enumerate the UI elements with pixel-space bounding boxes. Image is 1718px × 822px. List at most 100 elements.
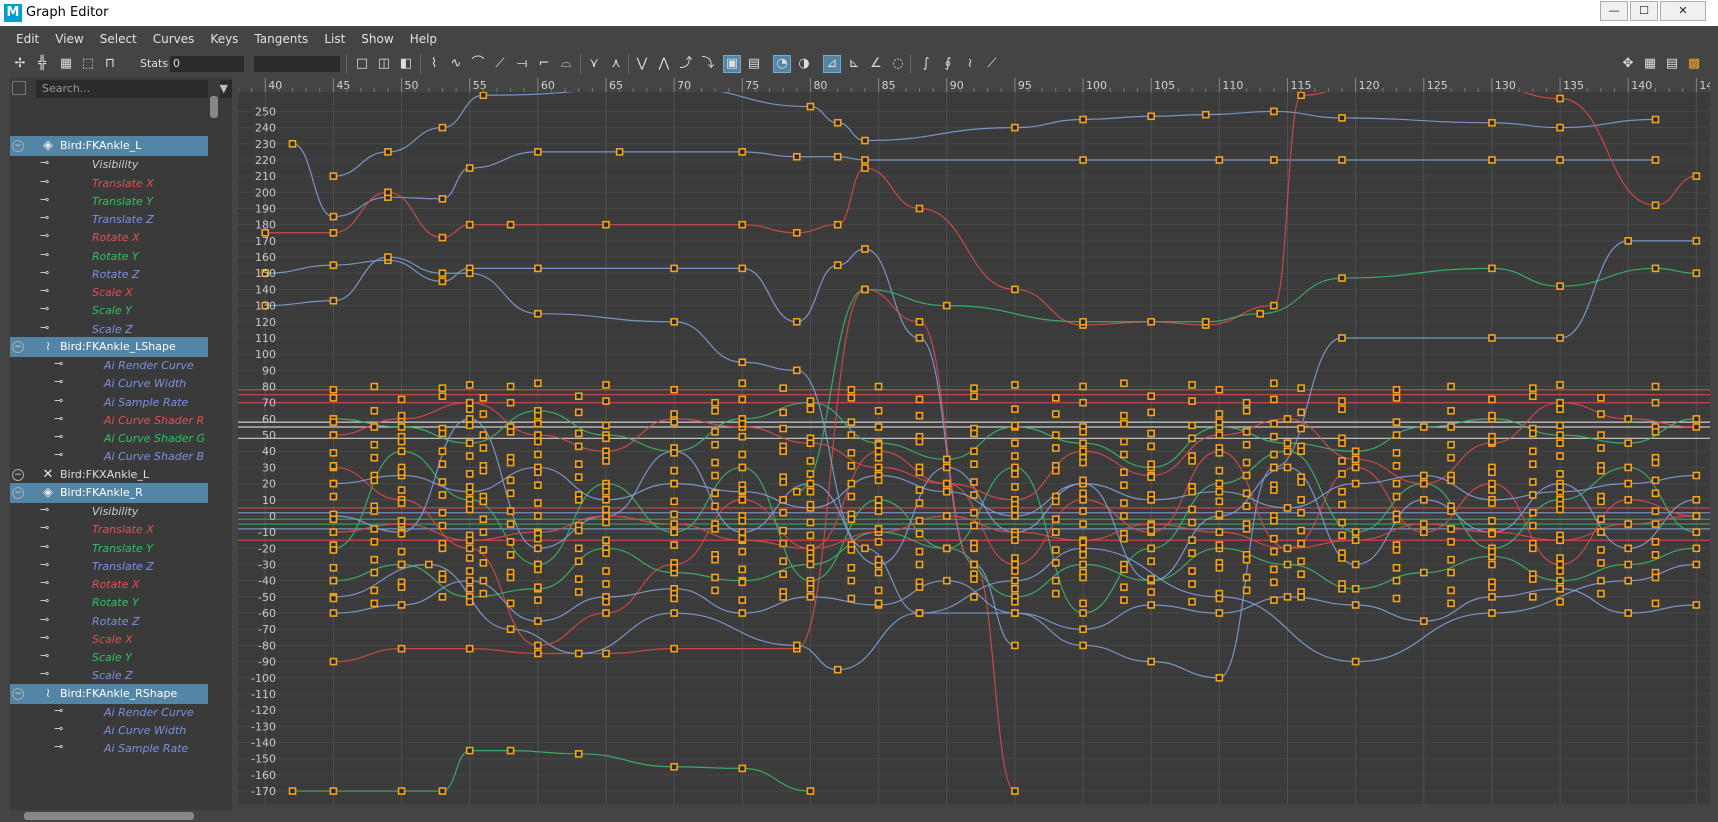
spline-tangent-icon[interactable]: ∿	[448, 56, 464, 72]
menu-tangents[interactable]: Tangents	[254, 32, 308, 46]
outliner-row-translate-x[interactable]: ⊸ Translate X	[10, 519, 218, 539]
outliner-row-translate-y[interactable]: ⊸ Translate Y	[10, 191, 218, 211]
menu-view[interactable]: View	[55, 32, 83, 46]
menu-help[interactable]: Help	[410, 32, 437, 46]
denormalize-icon[interactable]: ◑	[796, 56, 812, 72]
outliner-row-ai-curve-shader-g[interactable]: ⊸ Ai Curve Shader G	[10, 428, 218, 448]
outliner-row-scale-x[interactable]: ⊸ Scale X	[10, 282, 218, 302]
outliner-row-bird-fkankle-l[interactable]: − ◈ Bird:FKAnkle_L	[10, 136, 218, 156]
outliner-row-rotate-z[interactable]: ⊸ Rotate Z	[10, 611, 218, 631]
move-nearest-key-icon[interactable]: ✢	[12, 56, 28, 72]
oscillate-icon[interactable]: ≀	[962, 56, 978, 72]
outliner-row-rotate-x[interactable]: ⊸ Rotate X	[10, 574, 218, 594]
menu-curves[interactable]: Curves	[153, 32, 195, 46]
step-tangent-icon[interactable]: ⌐	[536, 56, 552, 72]
close-button[interactable]: ✕	[1660, 1, 1706, 21]
cycle-offset-icon[interactable]: ∮	[940, 56, 956, 72]
snap-icon[interactable]: ◌	[890, 56, 906, 72]
outliner-row-rotate-x[interactable]: ⊸ Rotate X	[10, 227, 218, 247]
frame-playback-icon[interactable]: ◫	[376, 56, 392, 72]
load-selection-icon[interactable]: ▤	[746, 56, 762, 72]
outliner-row-translate-y[interactable]: ⊸ Translate Y	[10, 538, 218, 558]
flat-tangent-icon[interactable]: ⟞	[514, 56, 530, 72]
free-tangent-weight-icon[interactable]: ⋁	[634, 56, 650, 72]
outliner-row-bird-fkxankle-l[interactable]: − ✕ Bird:FKXAnkle_L	[10, 465, 218, 485]
outliner-row-ai-curve-width[interactable]: ⊸ Ai Curve Width	[10, 373, 218, 393]
collapse-icon[interactable]: −	[12, 468, 24, 481]
infinity-post-icon[interactable]: ∠	[868, 56, 884, 72]
outliner-row-ai-sample-rate[interactable]: ⊸ Ai Sample Rate	[10, 392, 218, 412]
linear-tangent-icon[interactable]: ⟋	[492, 56, 508, 72]
outliner-row-translate-x[interactable]: ⊸ Translate X	[10, 173, 218, 193]
chevron-down-icon[interactable]: ▼	[220, 80, 228, 98]
dope-sheet-icon[interactable]: ▦	[1642, 56, 1658, 72]
infinity-pre-icon[interactable]: ⊾	[846, 56, 862, 72]
outliner-row-ai-curve-shader-r[interactable]: ⊸ Ai Curve Shader R	[10, 410, 218, 430]
graph-view[interactable]: 250 240 230 220 210 200 190 180 170 160 150 140 130 1…	[238, 78, 1710, 804]
curve-graph[interactable]: 2502402302202102001901801701601501401301…	[238, 78, 1710, 804]
unify-tangents-icon[interactable]: ⋏	[608, 56, 624, 72]
auto-load-selection-icon[interactable]: ▣	[723, 55, 741, 73]
center-current-time-icon[interactable]: ◧	[398, 56, 414, 72]
outliner-vertical-scrollbar[interactable]	[208, 78, 220, 808]
lattice-deform-icon[interactable]: ▦	[58, 56, 74, 72]
move-view-icon[interactable]: ✥	[1620, 56, 1636, 72]
outliner-row-bird-fkankle-lshape[interactable]: − ≀ Bird:FKAnkle_LShape	[10, 336, 218, 357]
collapse-icon[interactable]: −	[12, 486, 24, 499]
break-tangents-icon[interactable]: ⋎	[586, 56, 602, 72]
outliner-horizontal-scrollbar[interactable]	[10, 810, 210, 822]
outliner-row-ai-curve-width[interactable]: ⊸ Ai Curve Width	[10, 720, 218, 740]
maximize-button[interactable]: ☐	[1630, 1, 1658, 21]
menu-show[interactable]: Show	[361, 32, 393, 46]
insert-key-icon[interactable]: ╬	[34, 56, 50, 72]
outliner-row-translate-z[interactable]: ⊸ Translate Z	[10, 209, 218, 229]
lock-tangent-weight-icon[interactable]: ⋀	[656, 56, 672, 72]
outliner-row-bird-fkankle-rshape[interactable]: − ≀ Bird:FKAnkle_RShape	[10, 683, 218, 704]
menu-keys[interactable]: Keys	[210, 32, 238, 46]
outliner-row-scale-y[interactable]: ⊸ Scale Y	[10, 300, 218, 320]
outliner-row-translate-z[interactable]: ⊸ Translate Z	[10, 556, 218, 576]
outliner-row-scale-z[interactable]: ⊸ Scale Z	[10, 319, 218, 339]
outliner-row-scale-x[interactable]: ⊸ Scale X	[10, 629, 218, 649]
filter-icon[interactable]	[12, 81, 26, 95]
clamped-tangent-icon[interactable]: ⌒	[470, 56, 486, 72]
buffer-curve-icon[interactable]: ⤵	[700, 56, 716, 72]
stacked-curves-icon[interactable]: ⊿	[823, 55, 841, 73]
collapse-icon[interactable]: −	[12, 687, 24, 700]
tangent-weight-icon[interactable]: ⤴	[678, 56, 694, 72]
cycle-icon[interactable]: ∫	[918, 56, 934, 72]
stats-field-value[interactable]	[254, 56, 340, 72]
scroll-thumb-horizontal[interactable]	[24, 812, 194, 820]
frame-all-icon[interactable]: □	[354, 56, 370, 72]
outliner-row-rotate-y[interactable]: ⊸ Rotate Y	[10, 246, 218, 266]
menu-select[interactable]: Select	[100, 32, 137, 46]
normalize-curves-icon[interactable]: ◔	[773, 55, 791, 73]
outliner-row-visibility[interactable]: ⊸ Visibility	[10, 154, 218, 174]
outliner-row-ai-render-curve[interactable]: ⊸ Ai Render Curve	[10, 355, 218, 375]
collapse-icon[interactable]: −	[12, 140, 24, 152]
outliner-row-ai-curve-shader-b[interactable]: ⊸ Ai Curve Shader B	[10, 446, 218, 466]
outliner-row-visibility[interactable]: ⊸ Visibility	[10, 501, 218, 521]
menu-edit[interactable]: Edit	[16, 32, 39, 46]
outliner-row-ai-sample-rate[interactable]: ⊸ Ai Sample Rate	[10, 738, 218, 758]
time-editor-icon[interactable]: ▩	[1686, 56, 1702, 72]
retime-tool-icon[interactable]: ⊓	[102, 56, 118, 72]
keyframe	[806, 518, 815, 527]
outliner-row-scale-y[interactable]: ⊸ Scale Y	[10, 647, 218, 667]
outliner-row-rotate-y[interactable]: ⊸ Rotate Y	[10, 592, 218, 612]
search-input[interactable]: Search... ▼	[36, 80, 232, 98]
outliner-row-bird-fkankle-r[interactable]: − ◈ Bird:FKAnkle_R	[10, 482, 218, 503]
region-tool-icon[interactable]: ⬚	[80, 56, 96, 72]
outliner-row-rotate-z[interactable]: ⊸ Rotate Z	[10, 264, 218, 284]
minimize-button[interactable]: —	[1600, 1, 1628, 21]
outliner-row-scale-z[interactable]: ⊸ Scale Z	[10, 665, 218, 685]
trax-editor-icon[interactable]: ▤	[1664, 56, 1680, 72]
outliner-row-ai-render-curve[interactable]: ⊸ Ai Render Curve	[10, 702, 218, 722]
plateau-tangent-icon[interactable]: ⌓	[558, 56, 574, 72]
auto-tangent-icon[interactable]: ⌇	[426, 56, 442, 72]
scroll-thumb[interactable]	[210, 96, 218, 118]
collapse-icon[interactable]: −	[12, 340, 24, 353]
menu-list[interactable]: List	[324, 32, 345, 46]
stats-field-time[interactable]: 0	[170, 56, 244, 72]
linear-infinity-icon[interactable]: ⟋	[984, 56, 1000, 72]
